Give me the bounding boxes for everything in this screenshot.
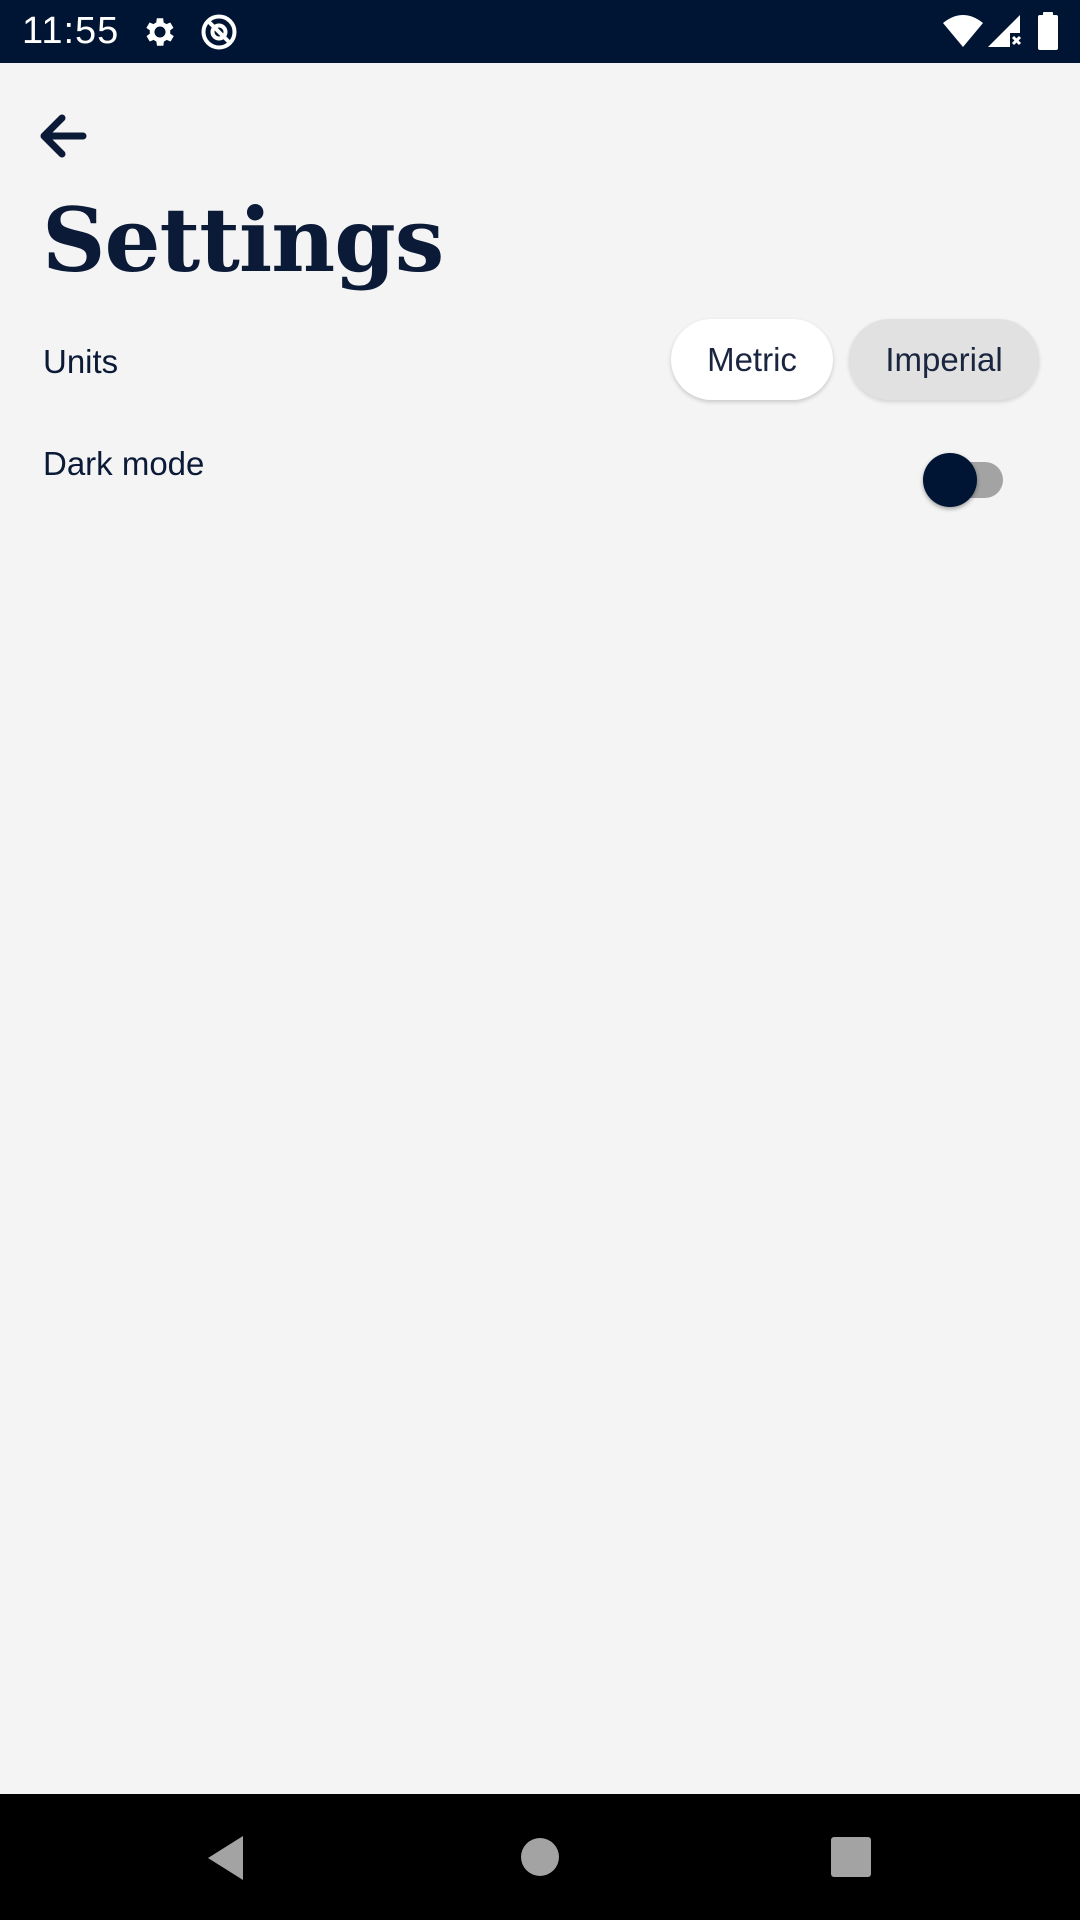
nav-recents-button[interactable]: [816, 1822, 886, 1892]
nav-home-button[interactable]: [505, 1822, 575, 1892]
back-button[interactable]: [28, 101, 98, 171]
dark-mode-toggle[interactable]: [923, 446, 1007, 508]
units-option-metric[interactable]: Metric: [671, 319, 833, 400]
at-sign-icon: [199, 12, 239, 57]
nav-back-button[interactable]: [191, 1822, 261, 1892]
battery-icon: [1037, 12, 1059, 55]
page-title: Settings: [42, 188, 444, 292]
status-time: 11:55: [22, 10, 120, 52]
navigation-bar: [0, 1794, 1080, 1920]
wifi-icon: [942, 14, 984, 53]
status-bar: 11:55: [0, 0, 1080, 63]
units-option-imperial[interactable]: Imperial: [849, 319, 1039, 400]
gear-icon: [141, 13, 179, 56]
home-circle-icon: [505, 1838, 575, 1896]
signal-icon: [986, 13, 1022, 54]
recents-square-icon: [816, 1837, 886, 1896]
back-triangle-icon: [191, 1836, 261, 1896]
toggle-thumb: [923, 453, 977, 507]
dark-mode-label: Dark mode: [43, 445, 205, 482]
units-label: Units: [43, 343, 119, 380]
arrow-left-icon: [28, 114, 98, 175]
settings-screen: Settings Units Metric Imperial Dark mode: [0, 63, 1080, 1794]
